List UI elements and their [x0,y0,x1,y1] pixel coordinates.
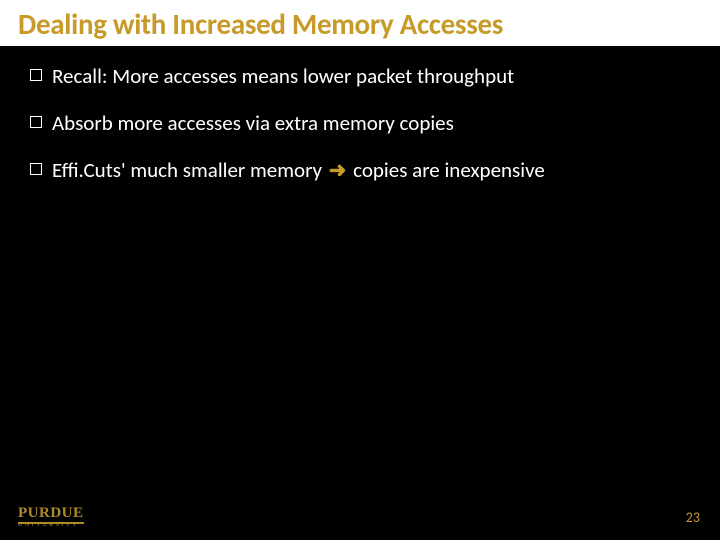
bullet-text-part: copies are inexpensive [348,157,544,183]
page-number: 23 [686,509,700,526]
bullet-item: Recall: More accesses means lower packet… [30,64,690,89]
purdue-logo: PURDUE UNIVERSITY [18,506,84,528]
slide-footer: PURDUE UNIVERSITY 23 [0,494,720,540]
bullet-text-part: Effi.Cuts' much smaller memory [52,157,327,183]
logo-subtext: UNIVERSITY [18,522,79,528]
bullet-item: Effi.Cuts' much smaller memory ➜ copies … [30,158,690,183]
bullet-marker-icon [30,163,42,175]
bullet-marker-icon [30,116,42,128]
title-bar: Dealing with Increased Memory Accesses [0,0,720,46]
slide-body: Recall: More accesses means lower packet… [0,46,720,184]
logo-wordmark: PURDUE [18,506,84,521]
bullet-text: Effi.Cuts' much smaller memory ➜ copies … [52,158,690,183]
slide-title: Dealing with Increased Memory Accesses [18,6,702,42]
bullet-text: Absorb more accesses via extra memory co… [52,111,690,136]
bullet-text: Recall: More accesses means lower packet… [52,64,690,89]
bullet-marker-icon [30,69,42,81]
bullet-item: Absorb more accesses via extra memory co… [30,111,690,136]
arrow-right-icon: ➜ [327,157,349,183]
